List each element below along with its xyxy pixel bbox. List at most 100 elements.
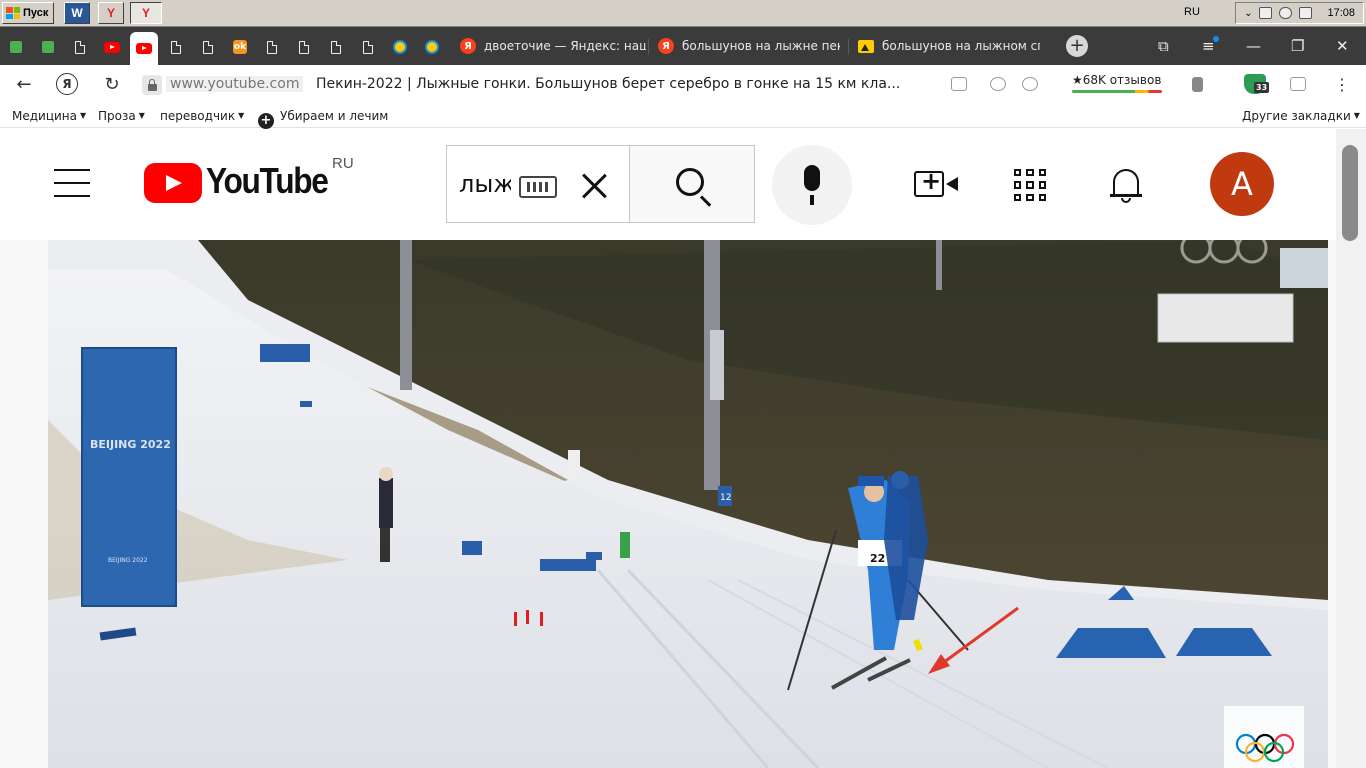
pinned-tab-9[interactable]	[258, 34, 286, 60]
plus-circle-icon: +	[258, 113, 274, 129]
pinned-tab-11[interactable]	[322, 34, 350, 60]
notifications-bell-icon[interactable]	[1110, 165, 1142, 205]
bookmark-label: Другие закладки	[1242, 109, 1351, 123]
pinned-tab-youtube-active[interactable]	[130, 32, 158, 65]
start-button[interactable]: Пуск	[2, 2, 54, 24]
document-icon	[299, 40, 309, 54]
site-security-button[interactable]	[142, 75, 162, 95]
clear-search-icon[interactable]	[579, 170, 609, 200]
volume-icon[interactable]	[1279, 7, 1293, 19]
yandex-quicklaunch-icon[interactable]: Y	[98, 2, 124, 24]
green-square-icon	[10, 41, 22, 53]
search-box[interactable]	[446, 145, 630, 223]
tab-label: большунов на лыжне пеки	[682, 39, 840, 53]
search-button[interactable]	[629, 145, 755, 223]
language-indicator[interactable]: RU	[1184, 6, 1200, 18]
bookmark-label: Убираем и лечим	[280, 109, 389, 123]
browser-tab-strip: ok Я двоеточие — Яндекс: наш Я большунов…	[0, 27, 1366, 65]
green-square-icon	[42, 41, 54, 53]
bookmark-icon[interactable]	[1192, 77, 1203, 92]
notification-dot	[1213, 36, 1219, 42]
close-window-icon[interactable]: ✕	[1336, 37, 1349, 55]
address-bar: ← Я ↻ www.youtube.com Пекин-2022 | Лыжны…	[0, 65, 1366, 103]
skier-bib-number: 22	[870, 552, 885, 565]
yandex-home-button[interactable]: Я	[56, 73, 78, 95]
pinned-tab-mail[interactable]	[386, 34, 414, 60]
document-icon	[203, 40, 213, 54]
olympic-rings-icon	[1224, 706, 1304, 768]
site-reviews[interactable]: ★68K отзывов	[1072, 73, 1161, 87]
reviews-rating-bar	[1072, 90, 1162, 93]
copy-link-icon[interactable]	[951, 77, 967, 91]
scrollbar-thumb[interactable]	[1342, 145, 1358, 241]
tray-expand-icon[interactable]: ⌄	[1244, 8, 1252, 19]
account-avatar[interactable]: А	[1210, 152, 1274, 216]
new-tab-button[interactable]: +	[1066, 35, 1088, 57]
apps-grid-icon[interactable]	[1014, 169, 1046, 201]
pinned-tab-1[interactable]	[2, 34, 30, 60]
search-icon	[676, 168, 704, 196]
pole-sign-text: 12	[720, 493, 731, 503]
url-text[interactable]: www.youtube.com	[166, 76, 304, 92]
os-taskbar: Пуск W Y Y RU ⌄ 17:08	[0, 0, 1366, 27]
tab-separator	[648, 39, 649, 55]
tab-image-search[interactable]: большунов на лыжном спо	[850, 32, 1040, 60]
bookmark-label: Проза	[98, 109, 136, 123]
pinned-tab-youtube[interactable]	[98, 34, 126, 60]
bookmark-folder-medicine[interactable]: Медицина ▼	[12, 109, 86, 123]
pinned-tab-10[interactable]	[290, 34, 318, 60]
youtube-icon	[104, 41, 120, 53]
lock-icon	[147, 78, 157, 91]
shield-badge: 33	[1254, 82, 1270, 93]
start-label: Пуск	[23, 7, 49, 19]
bookmark-link[interactable]: + Убираем и лечим	[258, 109, 392, 129]
pinned-tab-6[interactable]	[162, 34, 190, 60]
create-video-icon[interactable]	[914, 167, 958, 197]
reload-button[interactable]: ↻	[100, 73, 124, 95]
bookmark-folder-translator[interactable]: переводчик ▼	[160, 109, 244, 123]
pinned-tab-12[interactable]	[354, 34, 382, 60]
page-viewport: 12 BEIJING 2022 BEIJING 2022 22 YouTube …	[0, 129, 1366, 768]
usb-icon[interactable]	[1299, 7, 1313, 19]
document-icon	[267, 40, 277, 54]
bookmark-label: Медицина	[12, 109, 77, 123]
youtube-header: YouTube RU А	[0, 129, 1336, 240]
keyboard-icon[interactable]	[519, 176, 557, 198]
guide-menu-icon[interactable]	[54, 169, 90, 197]
caret-down-icon: ▼	[238, 111, 245, 120]
zoom-icon[interactable]	[990, 77, 1006, 91]
video-player[interactable]: 12 BEIJING 2022 BEIJING 2022 22	[48, 240, 1328, 768]
minimize-icon[interactable]: —	[1246, 37, 1261, 55]
pinned-tab-mail-2[interactable]	[418, 34, 446, 60]
pinned-tab-odnoklassniki[interactable]: ok	[226, 34, 254, 60]
yandex-browser-task-button[interactable]: Y	[130, 2, 162, 24]
word-quicklaunch-icon[interactable]: W	[64, 2, 90, 24]
mail-icon	[393, 40, 407, 54]
caret-down-icon: ▼	[1353, 111, 1360, 120]
tabs-panel-icon[interactable]: ⧉	[1158, 37, 1169, 55]
page-scrollbar[interactable]	[1336, 129, 1366, 768]
youtube-logo-icon[interactable]	[144, 163, 202, 203]
tab-yandex-search-1[interactable]: Я двоеточие — Яндекс: наш	[452, 32, 646, 60]
pinned-tab-2[interactable]	[34, 34, 62, 60]
restore-icon[interactable]: ❐	[1291, 37, 1304, 55]
page-title-in-address[interactable]: Пекин-2022 | Лыжные гонки. Большунов бер…	[316, 76, 916, 92]
network-icon[interactable]	[1259, 7, 1273, 19]
voice-search-button[interactable]	[772, 145, 852, 225]
pinned-tab-7[interactable]	[194, 34, 222, 60]
search-input[interactable]	[459, 170, 511, 198]
extension-icon[interactable]	[1290, 77, 1306, 91]
back-button[interactable]: ←	[12, 73, 36, 95]
youtube-wordmark[interactable]: YouTube	[206, 160, 329, 202]
other-bookmarks[interactable]: Другие закладки ▼	[1242, 109, 1360, 123]
video-frame: 12 BEIJING 2022 BEIJING 2022 22	[48, 240, 1328, 768]
translate-icon[interactable]	[1022, 77, 1038, 91]
pinned-tab-3[interactable]	[66, 34, 94, 60]
tab-label: большунов на лыжном спо	[882, 39, 1040, 53]
tab-separator	[848, 39, 849, 55]
bookmark-folder-prose[interactable]: Проза ▼	[98, 109, 145, 123]
clock[interactable]: 17:08	[1327, 7, 1355, 19]
tab-yandex-search-2[interactable]: Я большунов на лыжне пеки	[650, 32, 840, 60]
more-menu-icon[interactable]: ⋮	[1330, 73, 1354, 95]
system-tray: ⌄ 17:08	[1235, 2, 1364, 24]
